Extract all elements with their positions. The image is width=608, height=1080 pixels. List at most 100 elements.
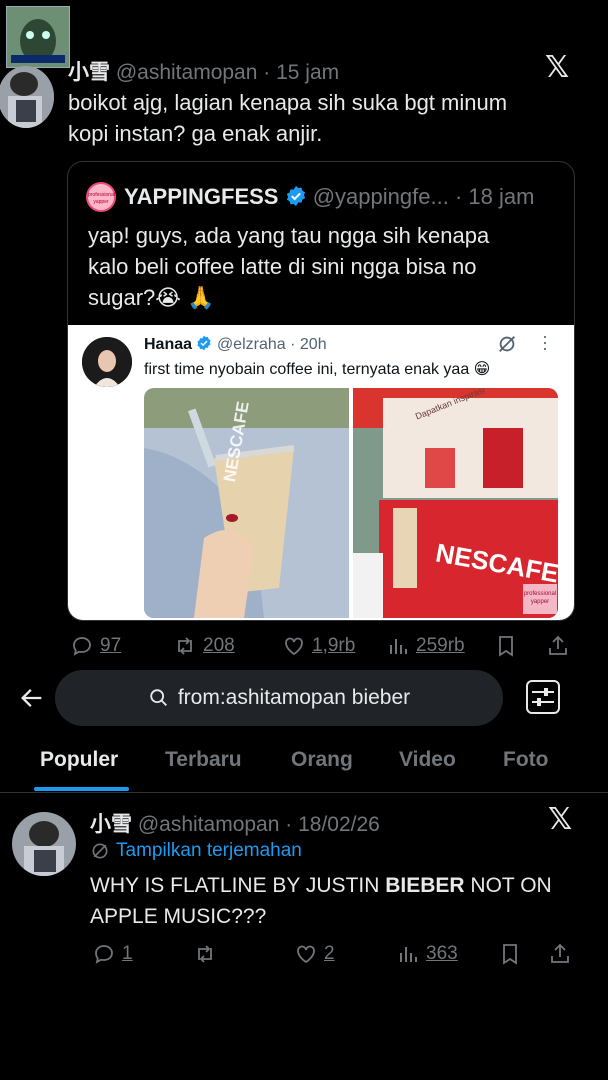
- avatar-text: professional yapper: [88, 192, 115, 205]
- like-count: 2: [324, 943, 335, 964]
- handle[interactable]: @ashitamopan: [138, 813, 280, 836]
- quote-text: yap! guys, ada yang tau ngga sih kenapa …: [88, 220, 489, 313]
- sliders-icon: [532, 688, 554, 706]
- views-count: 259rb: [416, 635, 465, 656]
- timestamp[interactable]: 18/02/26: [298, 813, 380, 836]
- embedded-header: Hanaa @elzraha · 20h: [144, 335, 327, 353]
- handle[interactable]: @ashitamopan: [116, 61, 258, 84]
- quote-timestamp[interactable]: 18 jam: [468, 184, 534, 209]
- reply-count: 97: [100, 635, 122, 656]
- like-button[interactable]: 1,9rb: [282, 634, 355, 658]
- tweet-1-header: 小雪 @ashitamopan · 15 jam: [68, 61, 340, 84]
- coffee-photo: NESCAFE: [144, 388, 349, 618]
- reply-button[interactable]: 97: [70, 634, 121, 658]
- share-icon: [549, 635, 567, 655]
- embedded-timestamp: 20h: [299, 336, 327, 353]
- back-button[interactable]: [18, 684, 46, 717]
- tweet-text-line: kopi instan? ga enak anjir.: [68, 121, 323, 146]
- embedded-avatar: [82, 337, 132, 387]
- tabs-divider: [0, 792, 608, 793]
- share-icon: [551, 943, 569, 963]
- translate-label: Tampilkan terjemahan: [116, 840, 302, 861]
- text-part: NOT ON: [464, 874, 552, 897]
- bookmark-button[interactable]: [498, 942, 522, 966]
- reply-icon: [73, 637, 91, 656]
- bookmark-icon: [503, 944, 517, 965]
- grok-icon: [496, 333, 518, 360]
- avatar: [0, 66, 54, 128]
- quote-header: YAPPINGFESS @yappingfe... · 18 jam: [124, 184, 535, 209]
- display-name[interactable]: 小雪: [90, 813, 132, 836]
- views-button[interactable]: 259rb: [386, 634, 465, 658]
- search-input[interactable]: from:ashitamopan bieber: [55, 670, 503, 726]
- retweet-count: 208: [203, 635, 235, 656]
- search-tabs: Populer Terbaru Orang Video Foto: [0, 744, 608, 792]
- reply-icon: [95, 945, 113, 964]
- bookmark-button[interactable]: [494, 634, 518, 658]
- quote-text-line: kalo beli coffee latte di sini ngga bisa…: [88, 254, 477, 279]
- verified-icon: [286, 185, 305, 207]
- embedded-handle: @elzraha: [216, 336, 286, 353]
- retweet-icon: [178, 637, 192, 655]
- tweet-1-avatar[interactable]: [0, 66, 54, 128]
- display-name[interactable]: 小雪: [68, 61, 110, 84]
- share-button[interactable]: [548, 942, 572, 966]
- search-query: from:ashitamopan bieber: [177, 686, 411, 709]
- quote-tweet-card[interactable]: professional yapper YAPPINGFESS @yapping…: [67, 161, 575, 621]
- heart-icon: [297, 945, 315, 964]
- app-icon[interactable]: [6, 6, 70, 68]
- tweet-text-line: APPLE MUSIC???: [90, 905, 267, 928]
- tweet-text-line: WHY IS FLATLINE BY JUSTIN BIEBER NOT ON: [90, 870, 552, 901]
- heart-icon: [285, 637, 303, 656]
- embedded-screenshot[interactable]: Hanaa @elzraha · 20h · · · first time nyob…: [68, 325, 574, 620]
- views-icon: [400, 947, 417, 962]
- like-count: 1,9rb: [312, 635, 356, 656]
- watermark: professional yapper: [523, 584, 557, 614]
- search-icon: [150, 689, 167, 706]
- active-tab-indicator: [34, 787, 129, 791]
- views-count: 363: [426, 943, 458, 964]
- timestamp[interactable]: 15 jam: [276, 61, 339, 84]
- tab-populer[interactable]: Populer: [40, 748, 118, 772]
- booth-photo: Dapatkan inspirasi NESCAFE professional …: [353, 388, 558, 618]
- translate-link[interactable]: Tampilkan terjemahan: [90, 840, 302, 862]
- frog-icon: [7, 7, 69, 67]
- retweet-icon: [198, 945, 212, 963]
- quote-text-line: yap! guys, ada yang tau ngga sih kenapa: [88, 223, 490, 248]
- views-icon: [390, 639, 407, 654]
- tweet-1-text: boikot ajg, lagian kenapa sih suka bgt m…: [68, 87, 507, 149]
- tweet-2-header: 小雪 @ashitamopan · 18/02/26: [90, 813, 380, 836]
- bookmark-icon: [499, 636, 513, 657]
- translate-icon: [92, 843, 108, 859]
- quote-name[interactable]: YAPPINGFESS: [124, 184, 278, 209]
- quote-avatar[interactable]: professional yapper: [86, 182, 116, 212]
- embedded-text: first time nyobain coffee ini, ternyata …: [144, 361, 491, 378]
- search-highlight: BIEBER: [385, 874, 465, 897]
- x-logo-icon[interactable]: 𝕏: [548, 802, 572, 837]
- retweet-button[interactable]: 208: [173, 634, 235, 658]
- tab-video[interactable]: Video: [399, 748, 456, 772]
- tweet-text-line: boikot ajg, lagian kenapa sih suka bgt m…: [68, 90, 508, 115]
- tweet-2-text: WHY IS FLATLINE BY JUSTIN BIEBER NOT ON …: [90, 870, 552, 932]
- share-button[interactable]: [546, 634, 570, 658]
- quote-handle[interactable]: @yappingfe...: [313, 184, 449, 209]
- verified-icon: [197, 335, 212, 351]
- tab-foto[interactable]: Foto: [503, 748, 548, 772]
- filter-button[interactable]: [526, 680, 560, 714]
- tweet-2-avatar[interactable]: [12, 812, 76, 876]
- back-arrow-icon: [21, 689, 42, 707]
- text-part: WHY IS FLATLINE BY JUSTIN: [90, 874, 386, 897]
- reply-count: 1: [122, 943, 133, 964]
- avatar: [82, 337, 132, 387]
- like-button[interactable]: 2: [294, 942, 335, 966]
- views-button[interactable]: 363: [396, 942, 458, 966]
- tab-terbaru[interactable]: Terbaru: [165, 748, 242, 772]
- x-logo-icon[interactable]: 𝕏: [545, 50, 569, 85]
- quote-text-line: sugar?😭 🙏: [88, 285, 215, 310]
- tab-orang[interactable]: Orang: [291, 748, 353, 772]
- avatar: [12, 812, 76, 876]
- reply-button[interactable]: 1: [92, 942, 133, 966]
- more-icon: · · ·: [542, 326, 548, 358]
- retweet-button[interactable]: [193, 942, 217, 966]
- embedded-name: Hanaa: [144, 336, 193, 353]
